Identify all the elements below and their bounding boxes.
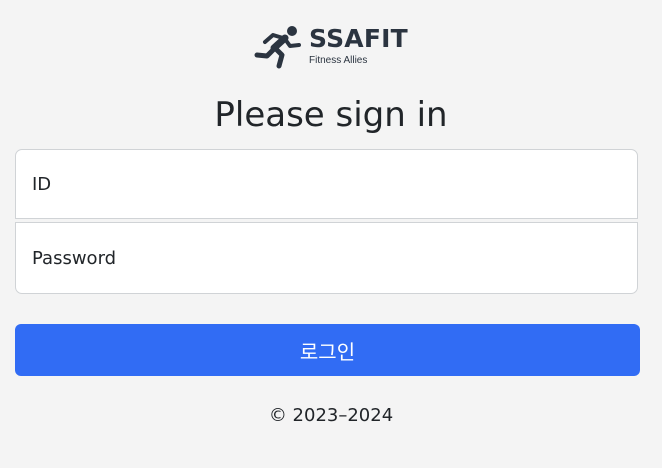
copyright-footer: © 2023–2024 bbox=[268, 405, 394, 426]
logo-subtitle: Fitness Allies bbox=[309, 55, 368, 66]
password-field-container bbox=[15, 222, 638, 294]
id-input[interactable] bbox=[16, 150, 637, 218]
ssafit-logo: SSAFIT Fitness Allies bbox=[254, 24, 408, 70]
id-field-container bbox=[15, 149, 638, 219]
page-title: Please sign in bbox=[214, 95, 448, 135]
logo-title: SSAFIT bbox=[309, 24, 408, 53]
sign-in-page: SSAFIT Fitness Allies Please sign in 로그인… bbox=[0, 0, 662, 468]
password-input[interactable] bbox=[16, 223, 637, 293]
running-person-icon bbox=[254, 24, 302, 70]
login-button[interactable]: 로그인 bbox=[15, 324, 640, 376]
